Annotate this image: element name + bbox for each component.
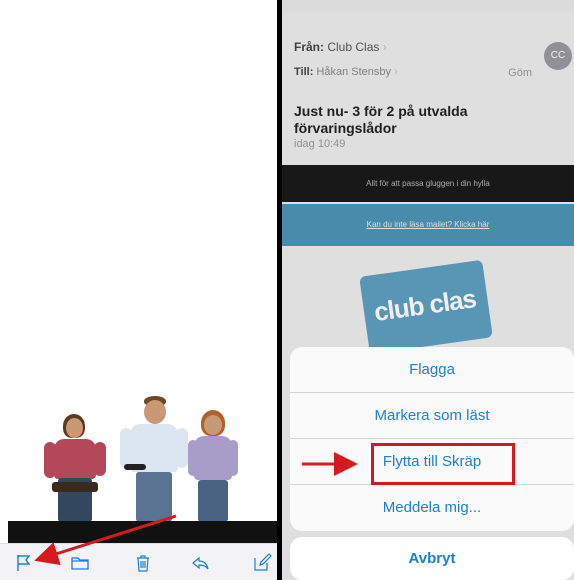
flag-icon[interactable]	[14, 553, 34, 573]
cancel-button[interactable]: Avbryt	[290, 537, 574, 580]
notify-me-option[interactable]: Meddela mig...	[290, 485, 574, 531]
mobile-site-banner[interactable]	[8, 521, 277, 543]
right-panel: Från: Club Clas › Till: Håkan Stensby › …	[282, 0, 574, 580]
compose-icon[interactable]	[252, 553, 272, 573]
highlight-box	[371, 443, 515, 485]
mark-as-read-option[interactable]: Markera som läst	[290, 393, 574, 439]
flag-option[interactable]: Flagga	[290, 347, 574, 393]
mail-toolbar	[0, 543, 277, 580]
left-panel	[0, 0, 277, 580]
trash-icon[interactable]	[133, 553, 153, 573]
folder-icon[interactable]	[70, 553, 90, 573]
reply-icon[interactable]	[190, 553, 210, 573]
action-sheet: Flagga Markera som läst Flytta till Skrä…	[290, 347, 574, 531]
